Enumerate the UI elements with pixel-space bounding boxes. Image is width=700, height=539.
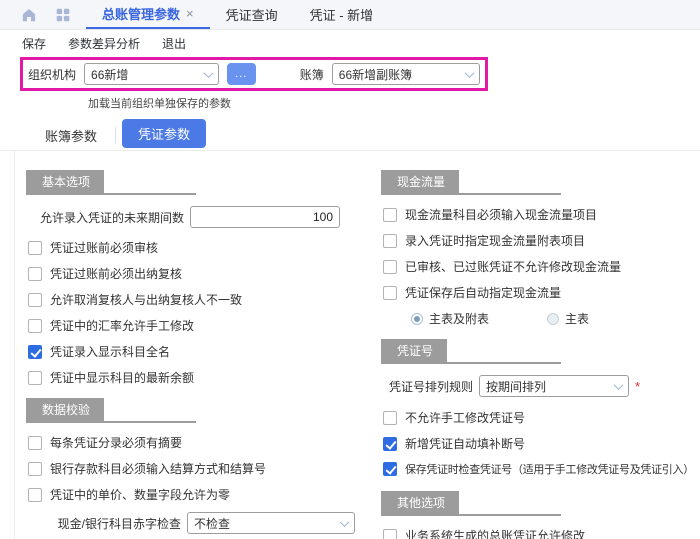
checkbox-label: 凭证过账前必须审核 (50, 239, 158, 256)
tab-divider (115, 127, 116, 143)
checkbox[interactable] (28, 345, 42, 359)
org-browse-button[interactable]: ... (227, 63, 256, 85)
org-select-value: 66新增 (91, 66, 128, 83)
section-title: 数据校验 (26, 398, 104, 421)
book-select-value: 66新增副账簿 (339, 66, 412, 83)
radio-label: 主表 (565, 310, 589, 327)
cash-bank-deficit-check-select[interactable]: 不检查 (187, 512, 355, 534)
param-diff-analysis-button[interactable]: 参数差异分析 (68, 35, 140, 52)
section-data-validation: 数据校验 (26, 398, 196, 423)
checkbox[interactable] (28, 436, 42, 450)
book-label: 账簿 (300, 66, 324, 83)
checkbox-label: 现金流量科目必须输入现金流量项目 (405, 206, 597, 223)
checkbox[interactable] (383, 437, 397, 451)
checkbox[interactable] (28, 319, 42, 333)
section-title: 现金流量 (381, 170, 459, 193)
radio-button[interactable] (411, 313, 423, 325)
chevron-down-icon (465, 68, 475, 78)
tab-voucher-query[interactable]: 凭证查询 (210, 0, 294, 29)
toolbar: 保存 参数差异分析 退出 (0, 30, 700, 57)
tab-gl-parameters[interactable]: 总账管理参数 × (86, 0, 210, 29)
load-org-params-hint: 加载当前组织单独保存的参数 (88, 95, 700, 111)
tab-voucher-new[interactable]: 凭证 - 新增 (294, 0, 390, 29)
chevron-down-icon (614, 380, 624, 390)
cash-bank-deficit-check-label: 现金/银行科目赤字检查 (26, 515, 181, 532)
org-label: 组织机构 (28, 66, 76, 83)
left-column: 基本选项 允许录入凭证的未来期间数 凭证过账前必须审核 凭证过账前必须出纳复核 … (15, 164, 367, 539)
checkbox-label: 业务系统生成的总账凭证允许修改 (405, 527, 585, 539)
home-icon[interactable] (20, 6, 38, 24)
checkbox-label: 允许取消复核人与出纳复核人不一致 (50, 291, 242, 308)
checkbox[interactable] (383, 208, 397, 222)
right-column: 现金流量 现金流量科目必须输入现金流量项目 录入凭证时指定现金流量附表项目 已审… (367, 164, 700, 539)
checkbox[interactable] (383, 260, 397, 274)
tab-label: 总账管理参数 (102, 4, 180, 23)
checkbox-label: 凭证过账前必须出纳复核 (50, 265, 182, 282)
checkbox-label: 录入凭证时指定现金流量附表项目 (405, 232, 585, 249)
select-value: 按期间排列 (486, 378, 546, 395)
checkbox[interactable] (28, 293, 42, 307)
checkbox[interactable] (383, 462, 397, 476)
exit-button[interactable]: 退出 (162, 35, 186, 52)
checkbox[interactable] (28, 488, 42, 502)
checkbox-label: 凭证中的汇率允许手工修改 (50, 317, 194, 334)
checkbox[interactable] (383, 286, 397, 300)
checkbox[interactable] (28, 462, 42, 476)
checkbox-label: 不允许手工修改凭证号 (405, 409, 525, 426)
radio-main-only[interactable]: 主表 (547, 310, 589, 327)
checkbox[interactable] (383, 411, 397, 425)
checkbox[interactable] (28, 371, 42, 385)
checkbox-label: 凭证中的单价、数量字段允许为零 (50, 486, 230, 503)
book-select[interactable]: 66新增副账簿 (332, 63, 480, 85)
section-title: 基本选项 (26, 170, 104, 193)
chevron-down-icon (203, 68, 213, 78)
voucher-no-rule-label: 凭证号排列规则 (381, 378, 473, 395)
section-basic-options: 基本选项 (26, 170, 196, 195)
org-select[interactable]: 66新增 (84, 63, 219, 85)
checkbox-label: 凭证录入显示科目全名 (50, 343, 170, 360)
tab-label: 凭证查询 (226, 5, 278, 24)
section-title: 其他选项 (381, 491, 459, 514)
radio-label: 主表及附表 (429, 310, 489, 327)
top-tab-bar: 总账管理参数 × 凭证查询 凭证 - 新增 (0, 0, 700, 30)
checkbox[interactable] (28, 241, 42, 255)
cashflow-table-radio-group: 主表及附表 主表 (411, 310, 700, 327)
radio-button[interactable] (547, 313, 559, 325)
future-periods-input[interactable] (190, 206, 340, 228)
annotation-highlight-box: 组织机构 66新增 ... 账簿 66新增副账簿 (20, 57, 488, 91)
save-button[interactable]: 保存 (22, 35, 46, 52)
checkbox-label: 已审核、已过账凭证不允许修改现金流量 (405, 258, 621, 275)
tab-book-params[interactable]: 账簿参数 (33, 121, 109, 150)
checkbox-label: 新增凭证自动填补断号 (405, 435, 525, 452)
close-tab-icon[interactable]: × (186, 6, 194, 21)
checkbox-label: 保存凭证时检查凭证号（适用于手工修改凭证号及凭证引入） (405, 461, 694, 477)
checkbox[interactable] (383, 529, 397, 539)
radio-main-and-appendix[interactable]: 主表及附表 (411, 310, 489, 327)
tab-voucher-params[interactable]: 凭证参数 (122, 119, 206, 148)
checkbox-label: 每条凭证分录必须有摘要 (50, 434, 182, 451)
section-voucher-number: 凭证号 (381, 339, 561, 364)
section-cash-flow: 现金流量 (381, 170, 561, 195)
voucher-params-panel: 基本选项 允许录入凭证的未来期间数 凭证过账前必须审核 凭证过账前必须出纳复核 … (14, 151, 700, 539)
section-other-options: 其他选项 (381, 491, 561, 516)
chevron-down-icon (340, 517, 350, 527)
checkbox-label: 银行存款科目必须输入结算方式和结算号 (50, 460, 266, 477)
tab-label: 凭证 - 新增 (310, 5, 374, 24)
checkbox[interactable] (28, 267, 42, 281)
select-value: 不检查 (194, 515, 230, 532)
future-periods-label: 允许录入凭证的未来期间数 (26, 209, 184, 226)
apps-grid-icon[interactable] (54, 6, 72, 24)
checkbox[interactable] (383, 234, 397, 248)
section-title: 凭证号 (381, 339, 447, 362)
param-tab-bar: 账簿参数 凭证参数 (0, 121, 700, 151)
checkbox-label: 凭证保存后自动指定现金流量 (405, 284, 561, 301)
required-mark: * (635, 379, 640, 394)
checkbox-label: 凭证中显示科目的最新余额 (50, 369, 194, 386)
voucher-no-rule-select[interactable]: 按期间排列 (479, 375, 629, 397)
